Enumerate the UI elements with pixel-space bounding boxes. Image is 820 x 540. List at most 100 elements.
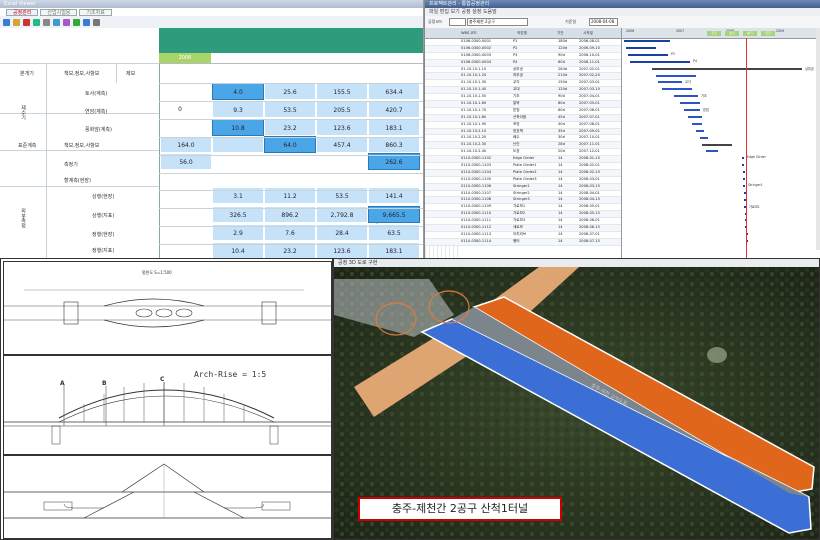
delete-icon[interactable]: [23, 18, 30, 26]
grid-cell[interactable]: 4.0: [212, 83, 264, 100]
scale-month-button[interactable]: 월간: [725, 31, 739, 36]
gantt-bar[interactable]: [692, 122, 702, 125]
date-input[interactable]: 2008-04-08: [589, 18, 618, 26]
gantt-bar[interactable]: [743, 178, 745, 180]
grid-cell[interactable]: 25.6: [264, 83, 316, 100]
task-row[interactable]: 01.10.10.1.80 신축이음 45d 2007-07-01: [425, 114, 621, 122]
save-icon[interactable]: [33, 18, 40, 26]
elevation-drawing[interactable]: Arch-Rise = 1:5 A B C: [3, 355, 332, 455]
project-code-input[interactable]: [449, 18, 466, 26]
task-row[interactable]: 0110-0300-1107 Stringer2 14 2008-04-01: [425, 190, 621, 198]
gantt-bar[interactable]: [680, 102, 700, 105]
gantt-bar[interactable]: [658, 81, 682, 84]
gantt-bar[interactable]: [652, 67, 802, 70]
task-wbs: 0106-0300-0003: [461, 52, 492, 57]
task-row[interactable]: 0110-0300-1112 세로보 14 2008-06-15: [425, 225, 621, 232]
task-row[interactable]: 01.10.10.1.90 포장 40d 2007-08-01: [425, 121, 621, 129]
grid-cell[interactable]: 9.3: [212, 101, 264, 118]
grid-cell[interactable]: 183.1: [368, 119, 420, 136]
gantt-bar[interactable]: [742, 164, 744, 167]
grid-cell[interactable]: 123.6: [316, 119, 368, 136]
scale-week-button[interactable]: 주간: [707, 31, 721, 36]
gantt-bar[interactable]: [630, 60, 690, 63]
gantt-bar[interactable]: [743, 184, 745, 187]
new-icon[interactable]: [3, 18, 10, 26]
task-row[interactable]: 01.10.10.1.20 하부공 210d 2007-02-20: [425, 73, 621, 81]
tab-test[interactable]: 산업시험용: [40, 9, 78, 16]
task-row[interactable]: 01.10.10.1.50 기초 90d 2007-04-01: [425, 94, 621, 102]
section-drawing[interactable]: [3, 455, 332, 539]
gantt-bar[interactable]: [624, 40, 670, 42]
grid-cell[interactable]: [212, 136, 264, 153]
task-row[interactable]: 0110-0300-1103 Plate Girder1 14 2008-02-01: [425, 163, 621, 170]
gantt-bar[interactable]: [662, 88, 692, 91]
print-icon[interactable]: [43, 18, 50, 26]
grid-cell[interactable]: 10.8: [212, 119, 264, 136]
task-row[interactable]: 01.10.10.1.70 받침 60d 2007-06-01: [425, 107, 621, 115]
gantt-bar[interactable]: [656, 74, 696, 77]
gantt-bar[interactable]: [696, 129, 704, 132]
scale-quarter-button[interactable]: 분기: [743, 31, 757, 36]
task-row[interactable]: 01.10.10.1.30 교각 150d 2007-03-01: [425, 80, 621, 88]
task-duration: 80d: [558, 101, 565, 106]
gantt-bar[interactable]: [684, 109, 700, 111]
task-row[interactable]: 0110-0300-1105 Plate Girder3 14 2008-03-01: [425, 176, 621, 184]
open-icon[interactable]: [13, 18, 20, 26]
scale-year-button[interactable]: 년간: [761, 31, 775, 36]
task-row[interactable]: 0106-0300-0004 P4 60d 2006-11-01: [425, 59, 621, 67]
refresh-icon[interactable]: [73, 18, 80, 26]
gantt-bar[interactable]: [688, 115, 702, 118]
task-row[interactable]: 0110-0300-1102 Edge Girder 14 2008-01-15: [425, 156, 621, 164]
copy-icon[interactable]: [53, 18, 60, 26]
task-row[interactable]: 0110-0300-1114 행어 14 2008-07-15: [425, 238, 621, 246]
project-name-input[interactable]: 충주제천 2공구: [467, 18, 528, 26]
task-row[interactable]: 01.10.10.2.30 난간 28d 2007-11-01: [425, 142, 621, 150]
task-row[interactable]: 0110-0300-1113 아치리브 14 2008-07-01: [425, 231, 621, 239]
task-row[interactable]: 0106-0300-0002 P2 120d 2006-09-10: [425, 45, 621, 53]
task-row[interactable]: 01.10.10.2.10 방호벽 35d 2007-09-01: [425, 128, 621, 136]
gantt-bar[interactable]: [674, 95, 698, 98]
grid-cell[interactable]: 155.5: [316, 83, 368, 100]
tab-base-data[interactable]: 기초자료: [79, 9, 112, 16]
grid-cell[interactable]: [264, 171, 316, 188]
grid-cell[interactable]: [368, 171, 420, 188]
gantt-bar[interactable]: [628, 53, 668, 56]
task-row[interactable]: 01.10.10.2.20 배수 30d 2007-10-01: [425, 135, 621, 143]
task-row[interactable]: 0106-0300-0003 P3 90d 2006-10-01: [425, 52, 621, 60]
task-row[interactable]: 0110-0300-1106 Stringer1 14 2008-03-15: [425, 183, 621, 191]
grid-cell[interactable]: 53.5: [264, 101, 316, 118]
grid-cell[interactable]: [316, 171, 368, 188]
gantt-bar[interactable]: [626, 46, 656, 49]
settings-icon[interactable]: [93, 18, 100, 26]
plan-drawing[interactable]: 평면도 S=1:500: [3, 261, 332, 355]
task-row[interactable]: 0110-0300-1104 Plate Girder2 14 2008-02-15: [425, 169, 621, 177]
grid-cell[interactable]: 64.0: [264, 136, 316, 153]
gantt-bar[interactable]: [706, 150, 718, 153]
gantt-bar[interactable]: [702, 143, 732, 146]
task-row[interactable]: 01.10.10.1.40 교대 120d 2007-03-10: [425, 87, 621, 95]
task-row[interactable]: 01.10.10.2.40 도장 20d 2007-12-01: [425, 149, 621, 157]
paste-icon[interactable]: [63, 18, 70, 26]
grid-cell[interactable]: 420.7: [368, 101, 420, 118]
grid-cell[interactable]: [212, 171, 264, 188]
gantt-bar[interactable]: [700, 136, 708, 139]
task-start: 2008-07-01: [579, 231, 600, 236]
tab-schedule[interactable]: 공정관리: [6, 9, 39, 16]
task-row[interactable]: 0106-0300-0001 P1 180d 2006-08-01: [425, 39, 621, 46]
grid-cell[interactable]: 205.5: [316, 101, 368, 118]
task-row[interactable]: 01.10.10.1.60 말뚝 80d 2007-05-01: [425, 101, 621, 108]
zero-cell[interactable]: 0: [170, 106, 190, 113]
task-row[interactable]: 01.10.10.1.10 상부공 284d 2007-02-01: [425, 66, 621, 74]
task-row[interactable]: 0110-0300-1111 가로보3 14 2008-06-01: [425, 218, 621, 226]
gantt-bar-label: P3: [671, 51, 675, 56]
gantt-bar[interactable]: [742, 157, 744, 160]
grid-cell[interactable]: 164.0: [160, 136, 212, 153]
grid-cell[interactable]: 634.4: [368, 83, 420, 100]
gantt-bar[interactable]: [743, 171, 745, 174]
grid-cell[interactable]: 457.4: [316, 136, 368, 153]
vertical-scrollbar[interactable]: [816, 28, 820, 250]
chart-icon[interactable]: [83, 18, 90, 26]
grid-cell[interactable]: 23.2: [264, 119, 316, 136]
grid-cell[interactable]: 860.3: [368, 136, 420, 153]
gantt-menu[interactable]: 파일 편집 보기 공정 설정 도움말: [425, 8, 820, 16]
